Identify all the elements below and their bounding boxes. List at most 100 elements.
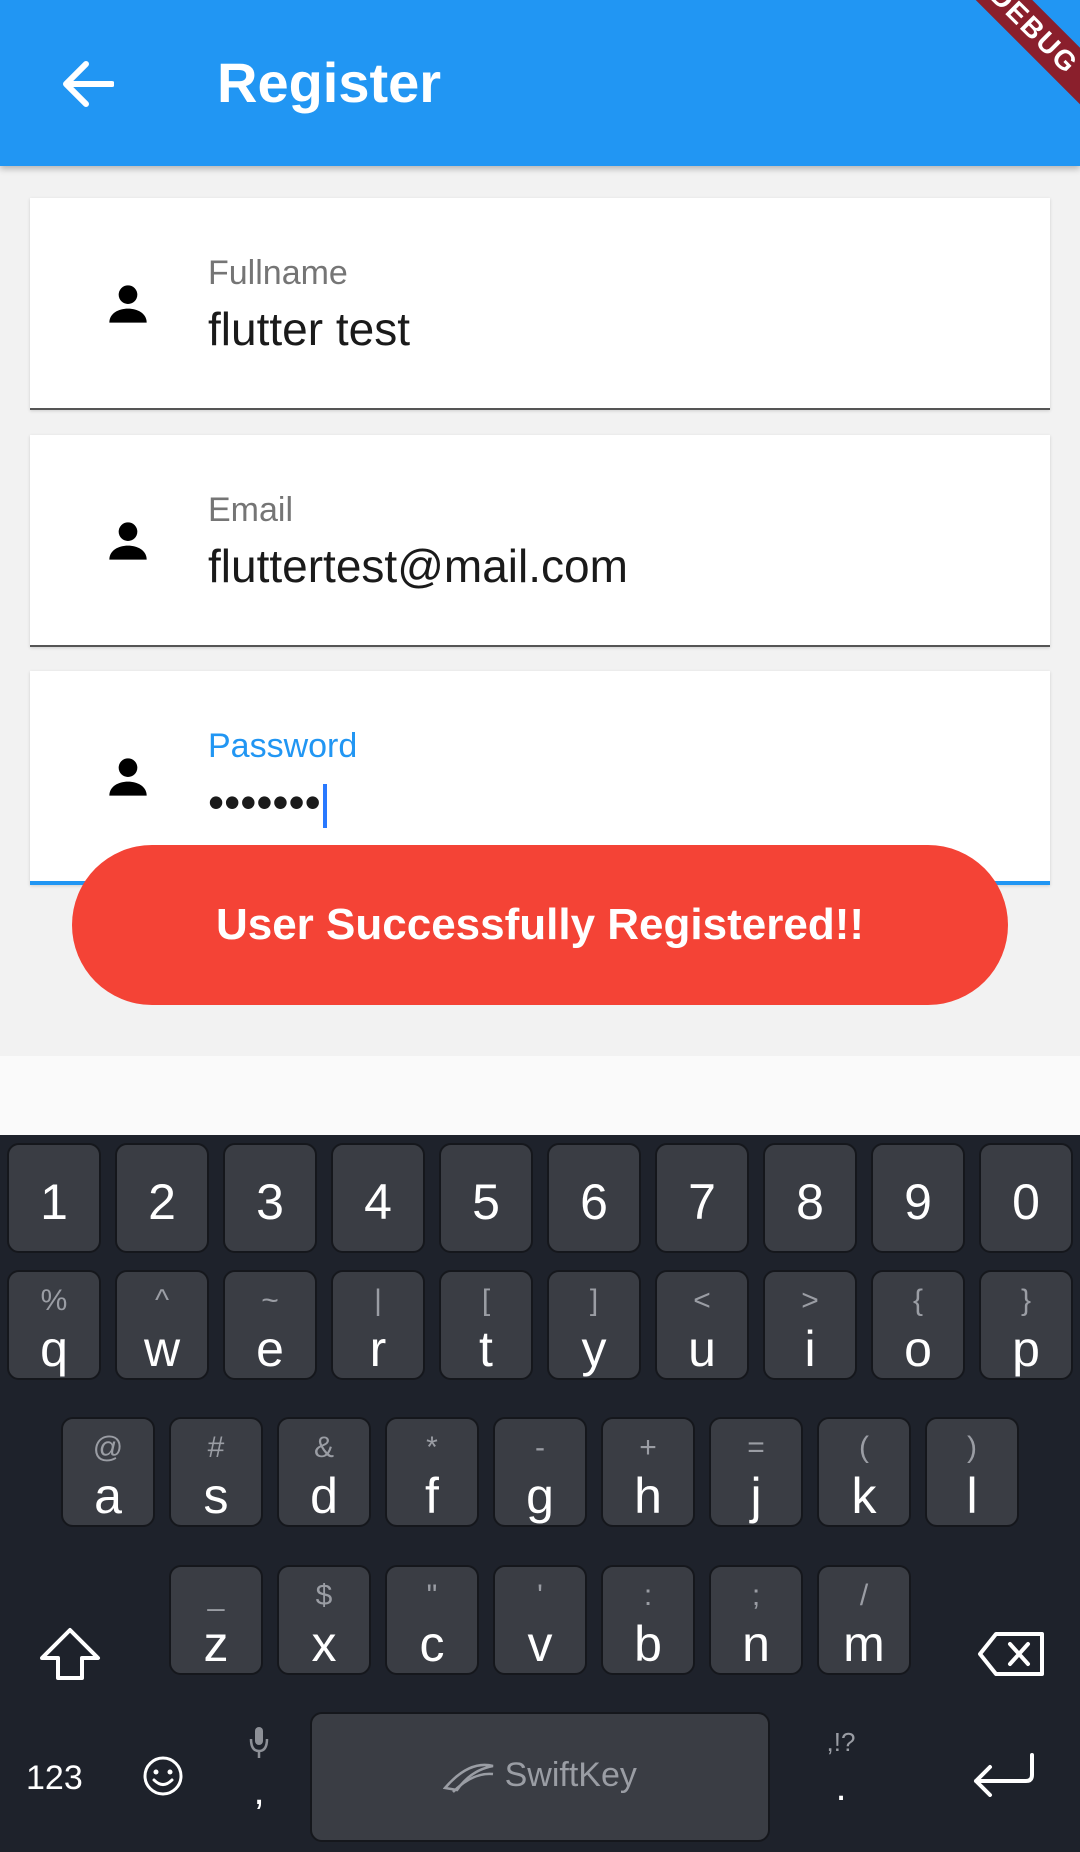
key-r-label: r [369,1321,387,1377]
shift-key[interactable] [14,1600,126,1710]
key-b[interactable]: :b [601,1565,695,1675]
emoji-icon [143,1756,183,1796]
emoji-key[interactable] [130,1735,196,1815]
key-n[interactable]: ; n [709,1565,803,1675]
key-5[interactable]: 5 [439,1143,533,1253]
key-z-label: z [203,1616,229,1672]
space-bar-brand: SwiftKey [504,1756,637,1794]
key-o[interactable]: {o [871,1270,965,1380]
key-7-label: 7 [688,1174,716,1230]
key-2-label: 2 [148,1174,176,1230]
password-input[interactable]: ••••••• [208,775,327,829]
key-i[interactable]: > i [763,1270,857,1380]
key-r-symbol: | [374,1284,382,1317]
key-j-symbol: = [747,1431,765,1464]
key-j[interactable]: = j [709,1417,803,1527]
text-cursor [322,783,327,828]
key-y[interactable]: ] y [547,1270,641,1380]
key-d[interactable]: & d [277,1417,371,1527]
key-w[interactable]: ^ w [115,1270,209,1380]
backspace-key[interactable] [954,1600,1066,1710]
key-l-symbol: ) [967,1431,977,1464]
keyboard: 123 , SwiftKey ,!? . 123 4 5 6 7 8 9 0 %… [0,1135,1080,1852]
key-w-symbol: ^ [154,1284,170,1317]
punctuation-hint: ,!? [826,1727,856,1757]
key-e-symbol: ~ [261,1284,279,1317]
key-g[interactable]: -g [493,1417,587,1527]
email-field[interactable]: Email fluttertest@mail.com [30,435,1050,647]
app-bar: Register DEBUG [0,0,1080,166]
key-8-label: 8 [796,1174,824,1230]
backspace-icon [978,1632,1044,1676]
key-2[interactable]: 2 [115,1143,209,1253]
key-v-label: v [527,1616,553,1672]
key-p-symbol: } [1020,1284,1032,1317]
key-d-label: d [310,1468,338,1524]
fullname-input[interactable]: flutter test [208,302,410,356]
key-f-label: f [425,1468,439,1524]
password-label: Password [208,727,358,765]
key-t[interactable]: [t [439,1270,533,1380]
key-r[interactable]: | r [331,1270,425,1380]
key-q-label: q [40,1321,68,1377]
key-k[interactable]: (k [817,1417,911,1527]
enter-key[interactable] [950,1735,1060,1815]
key-7[interactable]: 7 [655,1143,749,1253]
fullname-field[interactable]: Fullname flutter test [30,198,1050,410]
back-button[interactable] [52,48,124,120]
success-toast: User Successfully Registered!! [72,845,1008,1005]
key-8[interactable]: 8 [763,1143,857,1253]
key-e[interactable]: ~ e [223,1270,317,1380]
key-l-label: l [966,1468,978,1524]
key-q[interactable]: % q [7,1270,101,1380]
key-s[interactable]: # s [169,1417,263,1527]
key-0[interactable]: 0 [979,1143,1073,1253]
key-m[interactable]: / m [817,1565,911,1675]
key-n-label: n [742,1616,770,1672]
period-label: . [835,1765,847,1809]
key-1-label: 1 [40,1174,68,1230]
page-title: Register [217,51,442,114]
key-z[interactable]: _ z [169,1565,263,1675]
period-key[interactable]: ,!? . [810,1725,872,1825]
key-k-label: k [851,1468,877,1524]
key-u[interactable]: < u [655,1270,749,1380]
comma-key[interactable]: , [228,1725,290,1825]
key-p[interactable]: } p [979,1270,1073,1380]
key-3[interactable]: 3 [223,1143,317,1253]
key-x[interactable]: $ x [277,1565,371,1675]
key-b-label: b [634,1616,662,1672]
key-u-symbol: < [693,1284,711,1317]
key-h[interactable]: + h [601,1417,695,1527]
key-g-symbol: - [535,1431,545,1464]
shift-icon [40,1628,100,1680]
numbers-toggle-key[interactable]: 123 [26,1759,83,1798]
email-input[interactable]: fluttertest@mail.com [208,539,628,593]
key-e-label: e [256,1321,284,1377]
key-f[interactable]: * f [385,1417,479,1527]
key-a-symbol: @ [92,1431,124,1464]
key-a[interactable]: @ a [61,1417,155,1527]
key-4[interactable]: 4 [331,1143,425,1253]
key-f-symbol: * [426,1431,438,1464]
person-icon [109,758,147,796]
key-v[interactable]: ' v [493,1565,587,1675]
key-l[interactable]: ) l [925,1417,1019,1527]
key-n-symbol: ; [751,1579,761,1612]
key-6[interactable]: 6 [547,1143,641,1253]
key-9[interactable]: 9 [871,1143,965,1253]
key-c-label: c [419,1616,445,1672]
key-j-label: j [750,1468,762,1524]
key-c[interactable]: " c [385,1565,479,1675]
key-y-symbol: ] [589,1284,599,1317]
person-icon [109,522,147,560]
fullname-label: Fullname [208,254,348,292]
key-y-label: y [581,1321,607,1377]
space-bar[interactable]: SwiftKey [310,1712,770,1842]
key-d-symbol: & [313,1431,334,1464]
key-m-label: m [843,1616,885,1672]
key-t-symbol: [ [481,1284,491,1317]
key-h-label: h [634,1468,662,1524]
key-1[interactable]: 1 [7,1143,101,1253]
key-u-label: u [688,1321,716,1377]
